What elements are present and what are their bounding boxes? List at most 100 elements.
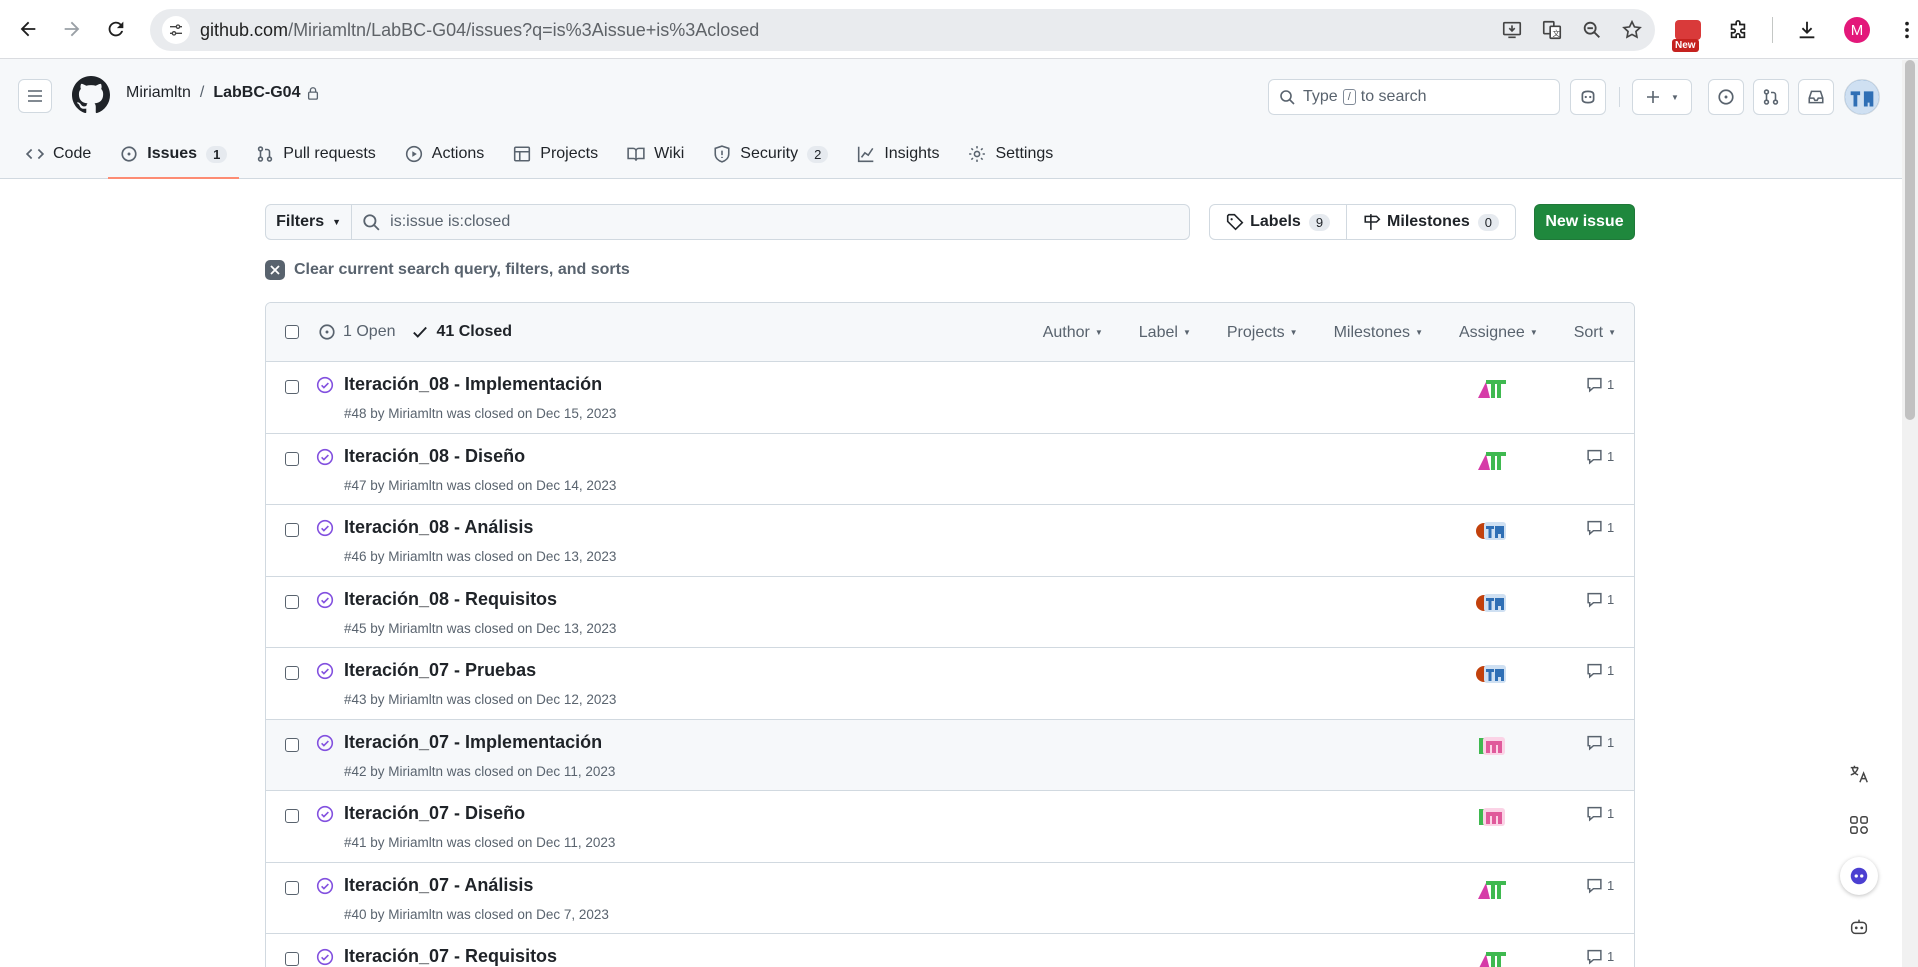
comments-link[interactable]: 1 <box>1586 948 1614 965</box>
pull-requests-button[interactable] <box>1753 79 1789 115</box>
install-app-icon[interactable] <box>1501 19 1523 41</box>
issue-checkbox[interactable] <box>285 737 299 752</box>
tab-settings[interactable]: Settings <box>956 129 1065 179</box>
issue-row[interactable]: Iteración_08 - Diseño #47 by Miriamltn wa… <box>266 434 1634 505</box>
zoom-icon[interactable] <box>1581 19 1603 41</box>
issue-checkbox[interactable] <box>285 594 299 609</box>
inbox-button[interactable] <box>1798 79 1834 115</box>
address-bar[interactable]: github.com/Miriamltn/LabBC-G04/issues?q=… <box>150 9 1655 51</box>
issue-title-link[interactable]: Iteración_08 - Análisis <box>344 517 533 538</box>
issue-row[interactable]: Iteración_08 - Análisis #46 by Miriamltn … <box>266 505 1634 577</box>
assignee-avatar[interactable] <box>1476 662 1508 686</box>
issue-row[interactable]: Iteración_08 - Requisitos #45 by Miriamlt… <box>266 577 1634 648</box>
copilot-button[interactable] <box>1570 79 1606 115</box>
tab-wiki[interactable]: Wiki <box>615 129 696 179</box>
tab-issues[interactable]: Issues 1 <box>108 129 240 179</box>
apps-icon[interactable] <box>1840 806 1878 844</box>
robot-icon[interactable] <box>1840 908 1878 946</box>
comments-link[interactable]: 1 <box>1586 805 1614 822</box>
tab-actions[interactable]: Actions <box>393 129 496 179</box>
back-icon[interactable] <box>6 7 50 51</box>
issue-title-link[interactable]: Iteración_08 - Implementación <box>344 374 602 395</box>
issue-row[interactable]: Iteración_07 - Análisis #40 by Miriamltn … <box>266 863 1634 934</box>
comments-link[interactable]: 1 <box>1586 877 1614 894</box>
author-filter[interactable]: Author ▼ <box>1043 324 1103 342</box>
global-search-input[interactable]: Type / to search <box>1268 79 1560 115</box>
tab-projects[interactable]: Projects <box>501 129 610 179</box>
bookmark-star-icon[interactable] <box>1621 19 1643 41</box>
clear-filters-link[interactable]: Clear current search query, filters, and… <box>265 260 1635 280</box>
issues-search-input[interactable]: is:issue is:closed <box>352 204 1191 240</box>
milestones-button[interactable]: Milestones 0 <box>1346 205 1515 239</box>
new-issue-button[interactable]: New issue <box>1533 204 1635 240</box>
tab-pull-requests[interactable]: Pull requests <box>244 129 388 179</box>
issue-checkbox[interactable] <box>285 523 299 537</box>
closed-issues-filter[interactable]: 41 Closed <box>411 323 512 341</box>
select-all-checkbox[interactable] <box>285 325 299 339</box>
extension-new-icon[interactable]: New <box>1668 10 1708 52</box>
reload-icon[interactable] <box>94 7 138 51</box>
assignee-avatar[interactable] <box>1476 519 1508 543</box>
site-info-icon[interactable] <box>162 16 190 44</box>
assignee-avatar[interactable] <box>1476 591 1508 615</box>
repo-name-link[interactable]: LabBC-G04 <box>213 84 300 102</box>
issue-title-link[interactable]: Iteración_07 - Análisis <box>344 875 533 896</box>
issue-row[interactable]: Iteración_07 - Implementación #42 by Miri… <box>266 719 1634 791</box>
comments-link[interactable]: 1 <box>1586 734 1614 751</box>
assignee-avatar[interactable] <box>1476 376 1508 400</box>
issue-title-link[interactable]: Iteración_08 - Requisitos <box>344 589 557 610</box>
filters-dropdown[interactable]: Filters ▼ <box>265 204 353 240</box>
comments-link[interactable]: 1 <box>1586 591 1614 608</box>
assignee-avatar[interactable] <box>1476 734 1508 758</box>
issue-checkbox[interactable] <box>285 952 299 966</box>
translate-icon[interactable] <box>1840 755 1878 793</box>
forward-icon[interactable] <box>50 7 94 51</box>
issue-row[interactable]: Iteración_07 - Pruebas #43 by Miriamltn w… <box>266 648 1634 720</box>
comments-link[interactable]: 1 <box>1586 448 1614 465</box>
issue-row[interactable]: Iteración_07 - Requisitos 1 <box>266 934 1634 967</box>
issue-title-link[interactable]: Iteración_08 - Diseño <box>344 446 525 467</box>
scrollbar-thumb[interactable] <box>1905 60 1915 420</box>
profile-avatar[interactable]: M <box>1837 10 1877 50</box>
extensions-puzzle-icon[interactable] <box>1718 10 1758 50</box>
issue-title-link[interactable]: Iteración_07 - Diseño <box>344 803 525 824</box>
issue-checkbox[interactable] <box>285 809 299 823</box>
labels-button[interactable]: Labels 9 <box>1210 205 1346 239</box>
create-new-button[interactable]: ▼ <box>1632 79 1692 115</box>
issue-checkbox[interactable] <box>285 666 299 680</box>
issue-title-link[interactable]: Iteración_07 - Requisitos <box>344 946 557 967</box>
open-issues-filter[interactable]: 1 Open <box>318 323 395 341</box>
tab-code[interactable]: Code <box>14 129 103 179</box>
user-avatar[interactable] <box>1844 79 1880 115</box>
sort-dropdown[interactable]: Sort ▼ <box>1574 324 1616 342</box>
tab-security[interactable]: Security 2 <box>701 129 840 179</box>
hamburger-menu-icon[interactable] <box>18 79 52 113</box>
download-icon[interactable] <box>1787 10 1827 50</box>
menu-kebab-icon[interactable] <box>1887 10 1918 50</box>
assignee-avatar[interactable] <box>1476 805 1508 829</box>
assignee-avatar[interactable] <box>1476 448 1508 472</box>
issue-checkbox[interactable] <box>285 451 299 466</box>
issues-button[interactable] <box>1708 79 1744 115</box>
projects-filter[interactable]: Projects ▼ <box>1227 324 1298 342</box>
comments-link[interactable]: 1 <box>1586 519 1614 536</box>
assignee-avatar[interactable] <box>1476 877 1508 901</box>
github-logo-icon[interactable] <box>72 76 110 114</box>
translate-icon[interactable]: 文 <box>1541 19 1563 41</box>
issue-title-link[interactable]: Iteración_07 - Implementación <box>344 732 602 753</box>
assignee-avatar[interactable] <box>1476 948 1508 967</box>
repo-owner-link[interactable]: Miriamltn <box>126 84 191 102</box>
page-scrollbar[interactable] <box>1902 60 1918 967</box>
comments-link[interactable]: 1 <box>1586 376 1614 393</box>
issue-row[interactable]: Iteración_07 - Diseño #41 by Miriamltn wa… <box>266 791 1634 863</box>
assignee-filter[interactable]: Assignee ▼ <box>1459 324 1538 342</box>
milestones-filter[interactable]: Milestones ▼ <box>1334 324 1423 342</box>
issue-row[interactable]: Iteración_08 - Implementación #48 by Miri… <box>266 362 1634 434</box>
issue-checkbox[interactable] <box>285 380 299 394</box>
issue-title-link[interactable]: Iteración_07 - Pruebas <box>344 660 536 681</box>
tab-insights[interactable]: Insights <box>845 129 951 179</box>
comments-link[interactable]: 1 <box>1586 662 1614 679</box>
assistant-bot-icon[interactable] <box>1840 857 1878 895</box>
label-filter[interactable]: Label ▼ <box>1139 324 1191 342</box>
issue-checkbox[interactable] <box>285 880 299 895</box>
